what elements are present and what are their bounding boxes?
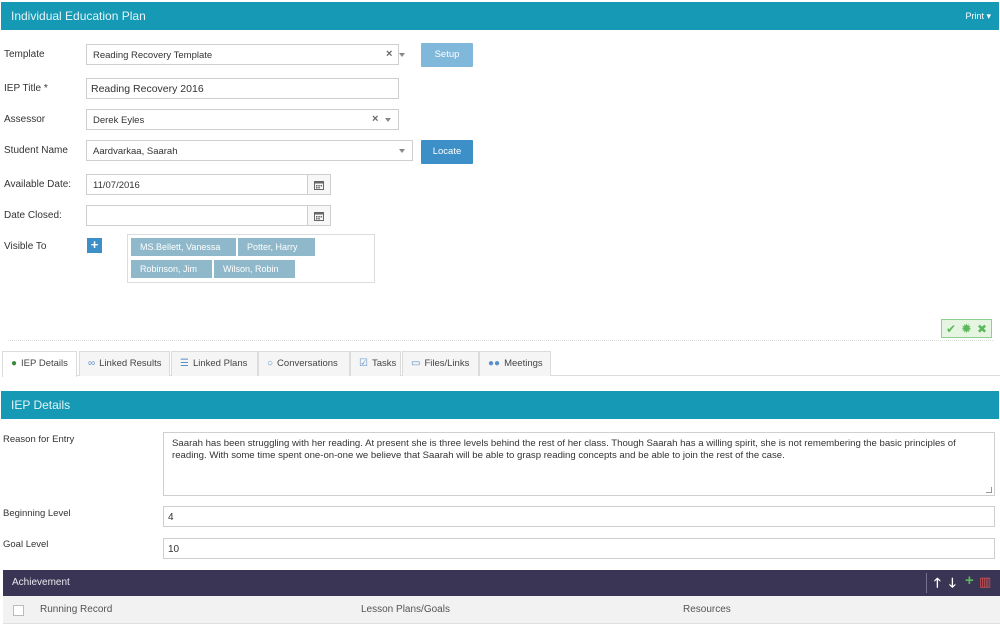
caret-down-icon[interactable] (399, 149, 405, 153)
resize-handle[interactable] (986, 487, 992, 493)
column-header[interactable]: Resources (683, 604, 731, 615)
tab-conversations[interactable]: ○ Conversations (258, 351, 350, 376)
achievement-header: Achievement 🡑 🡓 + ▥ (3, 570, 1000, 596)
beginning-level-input[interactable]: 4 (163, 506, 995, 527)
beginning-level-label: Beginning Level (3, 508, 71, 519)
iep-title-input[interactable]: Reading Recovery 2016 (86, 78, 399, 99)
assessor-select[interactable]: Derek Eyles (86, 109, 399, 130)
divider (926, 573, 927, 593)
student-name-label: Student Name (4, 145, 68, 156)
column-header[interactable]: Lesson Plans/Goals (361, 604, 450, 615)
calendar-icon[interactable] (308, 174, 331, 195)
available-date-input[interactable]: 11/07/2016 (86, 174, 308, 195)
tab-linked-results[interactable]: ∞ Linked Results (79, 351, 170, 376)
goal-level-label: Goal Level (3, 539, 49, 550)
setup-button[interactable]: Setup (421, 43, 473, 67)
form-actions: ✔ ✹ ✖ (941, 319, 992, 338)
tab-tasks[interactable]: ☑ Tasks (350, 351, 401, 376)
app-header: Individual Education Plan Print ▾ (1, 2, 999, 30)
caret-down-icon[interactable] (399, 53, 405, 57)
reason-label: Reason for Entry (3, 434, 75, 445)
template-label: Template (4, 49, 45, 60)
visible-user-chip[interactable]: MS.Bellett, Vanessa (131, 238, 236, 256)
column-header[interactable]: Running Record (40, 604, 112, 615)
caret-down-icon[interactable] (385, 118, 391, 122)
calendar-icon[interactable] (308, 205, 331, 226)
locate-button[interactable]: Locate (421, 140, 473, 164)
select-all-checkbox[interactable] (13, 605, 24, 616)
caret-down-icon: ▾ (986, 11, 991, 21)
date-closed-label: Date Closed: (4, 210, 62, 221)
template-select[interactable]: Reading Recovery Template (86, 44, 399, 65)
tab-bar: ● IEP Details ∞ Linked Results ☰ Linked Pla… (2, 351, 1000, 377)
trash-icon[interactable]: ▥ (979, 574, 991, 590)
tab-meetings[interactable]: ●● Meetings (479, 351, 551, 376)
available-date-label: Available Date: (4, 179, 72, 190)
section-title: IEP Details (11, 398, 71, 412)
group-icon: ●● (488, 358, 501, 369)
visible-user-chip[interactable]: Wilson, Robin (214, 260, 295, 278)
visible-to-label: Visible To (4, 241, 47, 252)
divider (8, 340, 993, 341)
page-title: Individual Education Plan (11, 9, 146, 23)
add-icon[interactable]: + (965, 572, 974, 589)
check-icon[interactable]: ✔ (946, 322, 956, 336)
checkbox-icon: ☑ (359, 358, 368, 369)
tab-linked-plans[interactable]: ☰ Linked Plans (171, 351, 258, 376)
reason-textarea[interactable]: Saarah has been struggling with her read… (163, 432, 995, 496)
goal-level-input[interactable]: 10 (163, 538, 995, 559)
arrow-up-icon[interactable]: 🡑 (934, 574, 941, 596)
achievement-title: Achievement (12, 577, 70, 588)
iep-details-header: IEP Details (1, 391, 999, 419)
add-visible-user-button[interactable]: + (87, 238, 102, 253)
assessor-label: Assessor (4, 114, 46, 125)
visible-user-chip[interactable]: Robinson, Jim (131, 260, 212, 278)
tab-files-links[interactable]: ▭ Files/Links (402, 351, 479, 376)
close-icon[interactable]: ✖ (977, 322, 987, 336)
visible-to-list: MS.Bellett, Vanessa Potter, Harry Robins… (127, 234, 375, 283)
arrow-down-icon[interactable]: 🡓 (949, 574, 956, 596)
clear-icon[interactable]: × (372, 113, 378, 125)
achievement-table-header: Running Record Lesson Plans/Goals Resour… (3, 596, 1000, 624)
clear-icon[interactable]: × (386, 48, 392, 60)
gear-icon[interactable]: ✹ (961, 321, 972, 337)
student-select[interactable]: Aardvarkaa, Saarah (86, 140, 413, 161)
tab-iep-details[interactable]: ● IEP Details (2, 351, 77, 377)
iep-title-label: IEP Title * (4, 83, 48, 94)
folder-icon: ▭ (411, 358, 421, 369)
comment-icon: ○ (267, 358, 274, 369)
visible-user-chip[interactable]: Potter, Harry (238, 238, 315, 256)
list-icon: ☰ (180, 358, 189, 369)
user-icon: ● (11, 358, 18, 369)
print-dropdown[interactable]: Print ▾ (965, 11, 991, 22)
date-closed-input[interactable] (86, 205, 308, 226)
link-icon: ∞ (88, 358, 96, 369)
